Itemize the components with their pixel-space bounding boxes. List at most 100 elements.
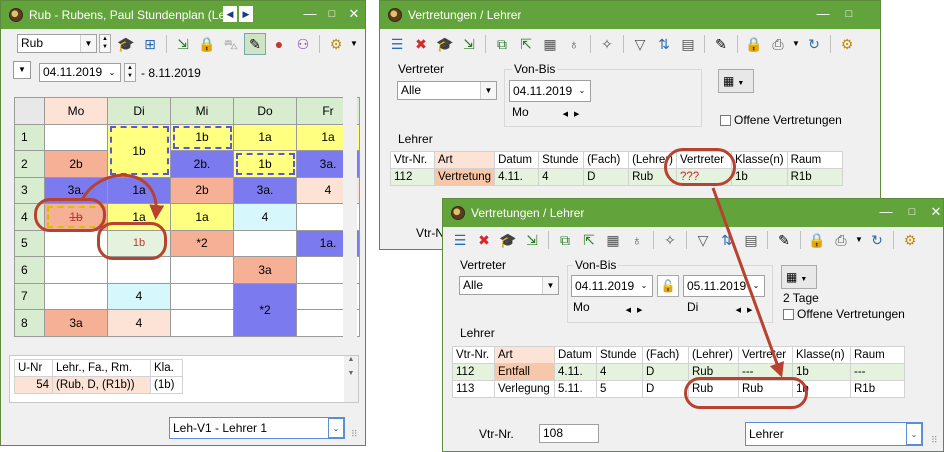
magic-wand-icon[interactable]: ✧ [596,33,618,55]
lesson-cell[interactable] [170,309,234,337]
settings-gear-icon[interactable]: ⚙ [836,33,858,55]
teacher-hat-icon[interactable]: 🎓 [115,33,137,55]
sort-icon[interactable]: ⇅ [716,229,738,251]
maximize-button[interactable]: □ [901,203,923,221]
export-icon[interactable]: ⇱ [515,33,537,55]
lesson-cell[interactable]: 3a [44,309,108,337]
lesson-cell[interactable]: 2b. [170,150,234,178]
teacher-hat-icon[interactable]: 🎓 [434,33,456,55]
maximize-button[interactable]: □ [838,5,860,23]
sort-icon[interactable]: ⇅ [653,33,675,55]
list-icon[interactable]: ☰ [386,33,408,55]
open-substitutions-checkbox[interactable]: Offene Vertretungen [720,113,842,127]
lesson-cell[interactable] [44,123,108,151]
lesson-cell[interactable] [44,256,108,284]
close-button[interactable]: ✕ [925,203,944,221]
minimize-button[interactable]: — [812,5,834,23]
range-lock-button[interactable]: 🔓 [657,275,679,297]
date-picker[interactable]: 04.11.2019 ⌄ [509,80,591,102]
calendar-button[interactable]: ▦ ▼ [781,265,817,289]
vertreter-combo[interactable]: Alle ▼ [459,276,559,295]
minimize-button[interactable]: — [299,5,321,23]
columns-icon[interactable]: ▤ [677,33,699,55]
timetable-scrollbar[interactable] [343,97,357,343]
substitutions-titlebar[interactable]: Vertretungen / Lehrer — □ [380,1,880,29]
lesson-cell[interactable]: *2 [233,282,297,337]
edit-pencil-icon[interactable]: ✎ [773,229,795,251]
calendar-button[interactable]: ▦ ▼ [718,69,754,93]
stethoscope-icon[interactable]: ♁ [563,33,585,55]
detail-scrollbar[interactable]: ▲ ▼ [344,356,358,402]
lesson-cell[interactable]: 3a. [233,176,297,204]
lesson-cell[interactable]: 1b [170,123,234,151]
timetable-titlebar[interactable]: Rub - Rubens, Paul Stundenplan (Le ◀ ▶ —… [1,1,365,29]
next-element-button[interactable]: ▶ [239,6,253,22]
lesson-cell[interactable]: 2b [44,150,108,178]
lesson-cell[interactable] [170,256,234,284]
dropdown-icon[interactable]: ▼ [854,229,864,251]
lesson-cell[interactable]: 4 [107,309,171,337]
lesson-cell[interactable] [170,282,234,310]
export-icon[interactable]: ⇱ [578,229,600,251]
stethoscope-icon[interactable]: ♁ [626,229,648,251]
lesson-cell[interactable]: *2 [170,229,234,257]
teacher-hat-icon[interactable]: 🎓 [497,229,519,251]
date-to-picker[interactable]: 05.11.2019 ⌄ [683,275,765,297]
date-spinner[interactable]: ▲ ▼ [124,63,136,82]
import-icon[interactable]: ⇲ [172,33,194,55]
day-from-spinner[interactable]: ◀▶ [623,306,651,318]
vtrnr-input[interactable]: 108 [539,424,599,443]
copy-icon[interactable]: ⧉ [554,229,576,251]
columns-icon[interactable]: ▤ [740,229,762,251]
element-combo[interactable]: Rub ▼ [17,34,97,53]
table-row[interactable]: 112 Entfall 4.11. 4 D Rub --- 1b --- [452,363,905,381]
minimize-button[interactable]: — [875,203,897,221]
substitutions-titlebar[interactable]: Vertretungen / Lehrer — □ ✕ [443,199,943,227]
lesson-cell[interactable]: 1a [233,123,297,151]
lesson-cell[interactable]: 1b [107,123,171,178]
grid-icon[interactable]: ⊞ [139,33,161,55]
lesson-cell[interactable] [107,256,171,284]
prev-element-button[interactable]: ◀ [223,6,237,22]
format-combo[interactable]: Leh-V1 - Lehrer 1 ⌄ [169,417,345,439]
lesson-cell[interactable]: 4 [233,203,297,231]
people-icon[interactable]: ⚇ [292,33,314,55]
lesson-cell[interactable]: 4 [107,282,171,310]
date-from-picker[interactable]: 04.11.2019 ⌄ [571,275,653,297]
vertreter-combo[interactable]: Alle ▼ [397,81,497,100]
filter-icon[interactable]: ▽ [629,33,651,55]
list-icon[interactable]: ☰ [449,229,471,251]
lesson-cell[interactable]: 1a [170,203,234,231]
lock-icon[interactable]: 🔒 [806,229,828,251]
lesson-cell[interactable] [44,282,108,310]
settings-gear-icon[interactable]: ⚙ [899,229,921,251]
lesson-cell[interactable]: 3a [233,256,297,284]
date-from-picker[interactable]: 04.11.2019 ⌄ [39,63,121,82]
edit-pencil-icon[interactable]: ✎ [710,33,732,55]
delete-icon[interactable]: ✖ [410,33,432,55]
day-to-spinner[interactable]: ◀▶ [733,306,761,318]
open-substitutions-checkbox[interactable]: Offene Vertretungen [783,307,905,321]
day-spinner[interactable]: ◀▶ [560,110,588,122]
lock-icon[interactable]: 🔒 [196,33,218,55]
lock-icon[interactable]: 🔒 [743,33,765,55]
print-icon[interactable]: ⎙ [767,33,789,55]
delete-icon[interactable]: ✖ [473,229,495,251]
refresh-icon[interactable]: ↻ [803,33,825,55]
lehrer-view-combo[interactable]: Lehrer ⌄ [745,422,923,446]
print-icon[interactable]: ⎙ [830,229,852,251]
import-icon[interactable]: ⇲ [521,229,543,251]
import-icon[interactable]: ⇲ [458,33,480,55]
table-row[interactable]: 113 Verlegung 5.11. 5 D Rub Rub 1b R1b [452,380,905,398]
filter-icon[interactable]: ▽ [692,229,714,251]
calculator-icon[interactable]: ▦ [602,229,624,251]
copy-icon[interactable]: ⧉ [491,33,513,55]
table-row[interactable]: 112 Vertretung 4.11. 4 D Rub ??? 1b R1b [390,168,843,186]
calculator-icon[interactable]: ▦ [539,33,561,55]
table-row[interactable]: 54 (Rub, D, (R1b)) (1b) [14,376,183,394]
lesson-cell[interactable]: 1b [233,150,297,178]
edit-pencil-icon[interactable]: ✎ [244,33,266,55]
car-icon[interactable]: ⛍ [220,33,242,55]
week-dropdown-button[interactable]: ▼ [13,61,31,79]
element-spinner[interactable]: ▲ ▼ [99,34,111,53]
